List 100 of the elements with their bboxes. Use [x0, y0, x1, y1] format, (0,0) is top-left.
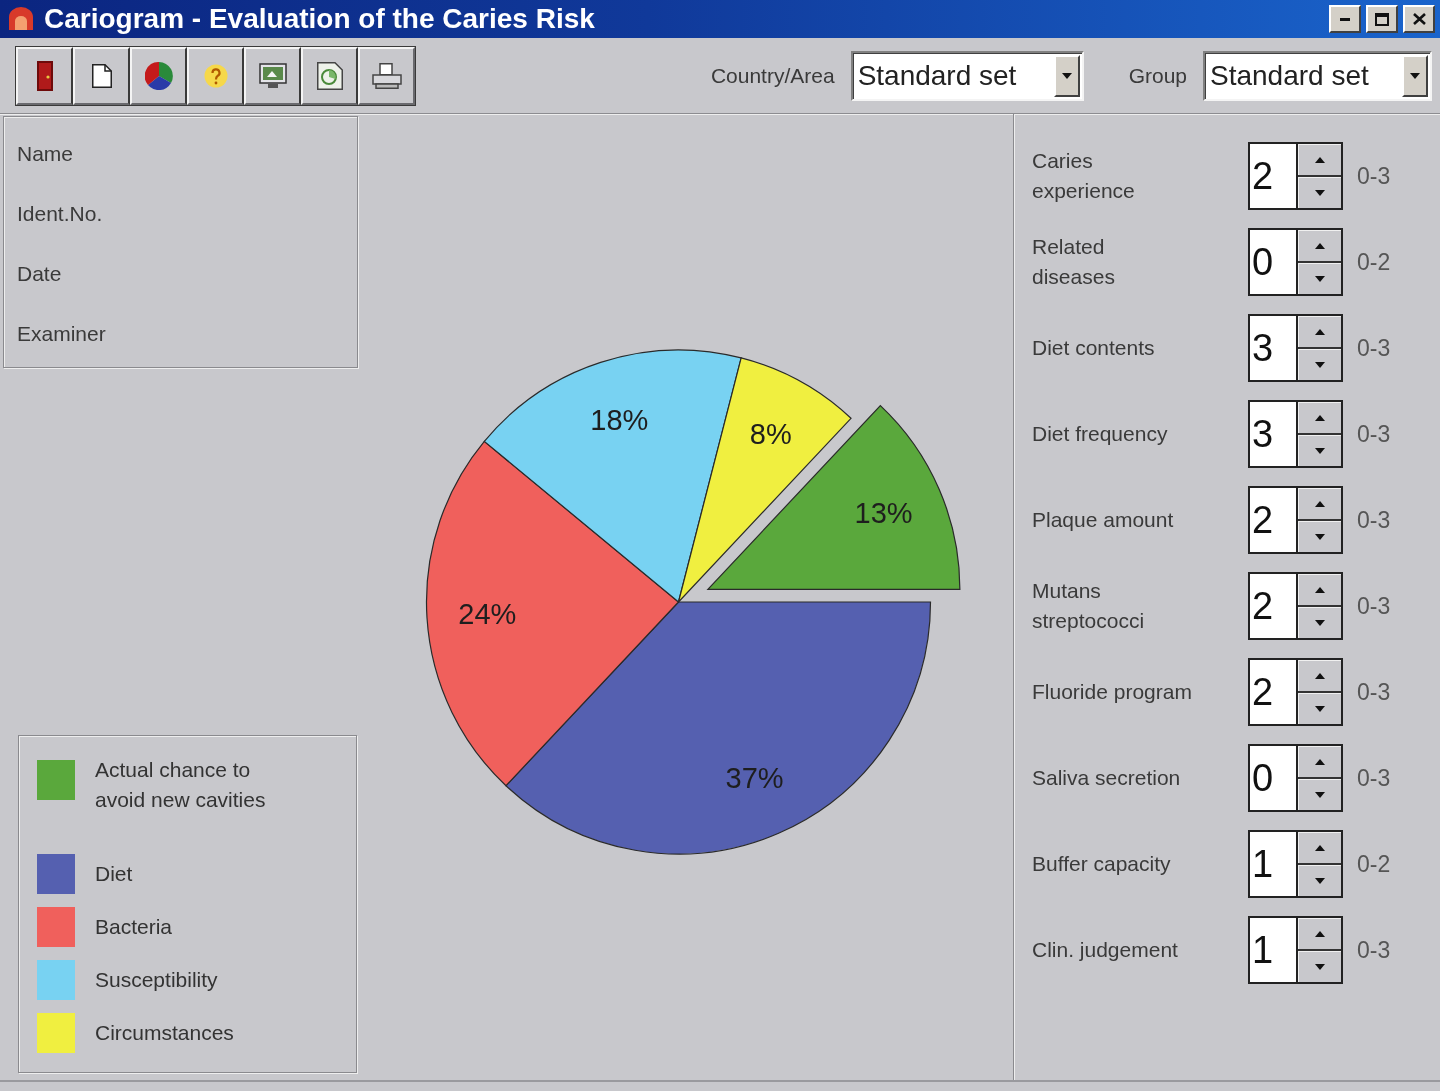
down-arrow-icon	[1314, 963, 1325, 970]
slice-label: 24%	[457, 598, 516, 631]
value-field[interactable]: 3	[1250, 316, 1298, 380]
dropdown[interactable]: Standard set	[1203, 50, 1432, 101]
close-button[interactable]	[1403, 5, 1435, 33]
minimize-button[interactable]	[1329, 5, 1361, 33]
page-icon	[91, 63, 112, 88]
spin-box[interactable]: 2	[1248, 486, 1343, 554]
spin-box[interactable]: 0	[1248, 744, 1343, 812]
minimize-icon	[1340, 17, 1350, 21]
spin-up-button[interactable]	[1298, 316, 1341, 349]
value-field[interactable]: 3	[1250, 402, 1298, 466]
legend-label: Circumstances	[95, 1019, 234, 1046]
spin-box[interactable]: 1	[1248, 830, 1343, 898]
down-arrow-icon	[1314, 619, 1325, 626]
spin-down-button[interactable]	[1298, 693, 1341, 724]
slice-label: 8%	[749, 418, 792, 451]
range-text: 0-3	[1357, 678, 1391, 706]
field-label: Date	[16, 261, 63, 287]
spin-up-button[interactable]	[1298, 574, 1341, 607]
window-title: Cariogram - Evaluation of the Caries Risk	[44, 3, 595, 35]
spin-down-button[interactable]	[1298, 349, 1341, 380]
spin-down-button[interactable]	[1298, 177, 1341, 208]
toolbar-button[interactable]	[301, 46, 358, 105]
range-text: 0-3	[1357, 506, 1391, 534]
field-label: Country/Area	[710, 63, 835, 88]
app-icon	[8, 7, 34, 31]
spin-box[interactable]: 2	[1248, 142, 1343, 210]
spin-down-button[interactable]	[1298, 435, 1341, 466]
up-arrow-icon	[1314, 672, 1325, 679]
toolbar-button[interactable]	[130, 46, 187, 105]
spin-up-button[interactable]	[1298, 746, 1341, 779]
down-arrow-icon	[1314, 189, 1325, 196]
door-icon	[36, 60, 53, 91]
toolbar-button[interactable]	[358, 46, 415, 105]
range-text: 0-3	[1357, 764, 1391, 792]
factor-label: Caries experience	[1032, 148, 1136, 204]
spin-up-button[interactable]	[1298, 918, 1341, 951]
factor-label: Buffer capacity	[1032, 851, 1172, 877]
printer-icon	[371, 62, 402, 89]
factor-label: Diet contents	[1032, 335, 1156, 361]
value-field[interactable]: 1	[1250, 918, 1298, 982]
spin-box[interactable]: 1	[1248, 916, 1343, 984]
close-icon	[1412, 13, 1426, 25]
dropdown-button[interactable]	[1402, 54, 1428, 97]
spin-down-button[interactable]	[1298, 607, 1341, 638]
toolbar-button[interactable]	[16, 46, 73, 105]
spin-down-button[interactable]	[1298, 263, 1341, 294]
toolbar-button[interactable]	[73, 46, 130, 105]
pie-chart-icon	[144, 61, 173, 90]
spin-down-button[interactable]	[1298, 779, 1341, 810]
spin-down-button[interactable]	[1298, 521, 1341, 552]
down-arrow-icon	[1314, 447, 1325, 454]
chart-page-icon	[316, 61, 343, 90]
value-field[interactable]: 1	[1250, 832, 1298, 896]
spin-up-button[interactable]	[1298, 402, 1341, 435]
spin-box[interactable]: 0	[1248, 228, 1343, 296]
factor-label: Fluoride program	[1032, 679, 1193, 705]
value-field[interactable]: 2	[1250, 574, 1298, 638]
slice-label: 37%	[725, 761, 784, 794]
maximize-button[interactable]	[1366, 5, 1398, 33]
spin-up-button[interactable]	[1298, 660, 1341, 693]
slice-label: 13%	[854, 497, 913, 530]
monitor-icon	[258, 62, 287, 89]
toolbar-button[interactable]	[187, 46, 244, 105]
maximize-icon	[1375, 12, 1389, 26]
value-field[interactable]: 2	[1250, 144, 1298, 208]
down-arrow-icon	[1314, 533, 1325, 540]
factor-label: Mutans streptococci	[1032, 578, 1146, 634]
spin-box[interactable]: 2	[1248, 658, 1343, 726]
spin-box[interactable]: 3	[1248, 314, 1343, 382]
down-arrow-icon	[1314, 275, 1325, 282]
spin-box[interactable]: 2	[1248, 572, 1343, 640]
spin-up-button[interactable]	[1298, 488, 1341, 521]
dropdown-button[interactable]	[1053, 54, 1080, 97]
toolbar-button[interactable]	[244, 46, 301, 105]
spin-down-button[interactable]	[1298, 865, 1341, 896]
range-text: 0-2	[1357, 248, 1391, 276]
dropdown[interactable]: Standard set	[850, 50, 1084, 101]
down-arrow-icon	[1314, 791, 1325, 798]
spin-down-button[interactable]	[1298, 951, 1341, 982]
factor-label: Related diseases	[1032, 234, 1116, 290]
range-text: 0-3	[1357, 936, 1391, 964]
spin-up-button[interactable]	[1298, 230, 1341, 263]
value-field[interactable]: 2	[1250, 488, 1298, 552]
legend-label: Diet	[95, 860, 133, 887]
factor-label: Saliva secretion	[1032, 765, 1182, 791]
up-arrow-icon	[1314, 328, 1325, 335]
down-arrow-icon	[1314, 705, 1325, 712]
up-arrow-icon	[1314, 242, 1325, 249]
spin-box[interactable]: 3	[1248, 400, 1343, 468]
value-field[interactable]: 2	[1250, 660, 1298, 724]
spin-up-button[interactable]	[1298, 832, 1341, 865]
value-field[interactable]: 0	[1250, 230, 1298, 294]
factor-label: Diet frequency	[1032, 421, 1169, 447]
legend-label: Susceptibility	[95, 966, 218, 993]
spin-up-button[interactable]	[1298, 144, 1341, 177]
value-field[interactable]: 0	[1250, 746, 1298, 810]
down-arrow-icon	[1314, 361, 1325, 368]
range-text: 0-3	[1357, 334, 1391, 362]
